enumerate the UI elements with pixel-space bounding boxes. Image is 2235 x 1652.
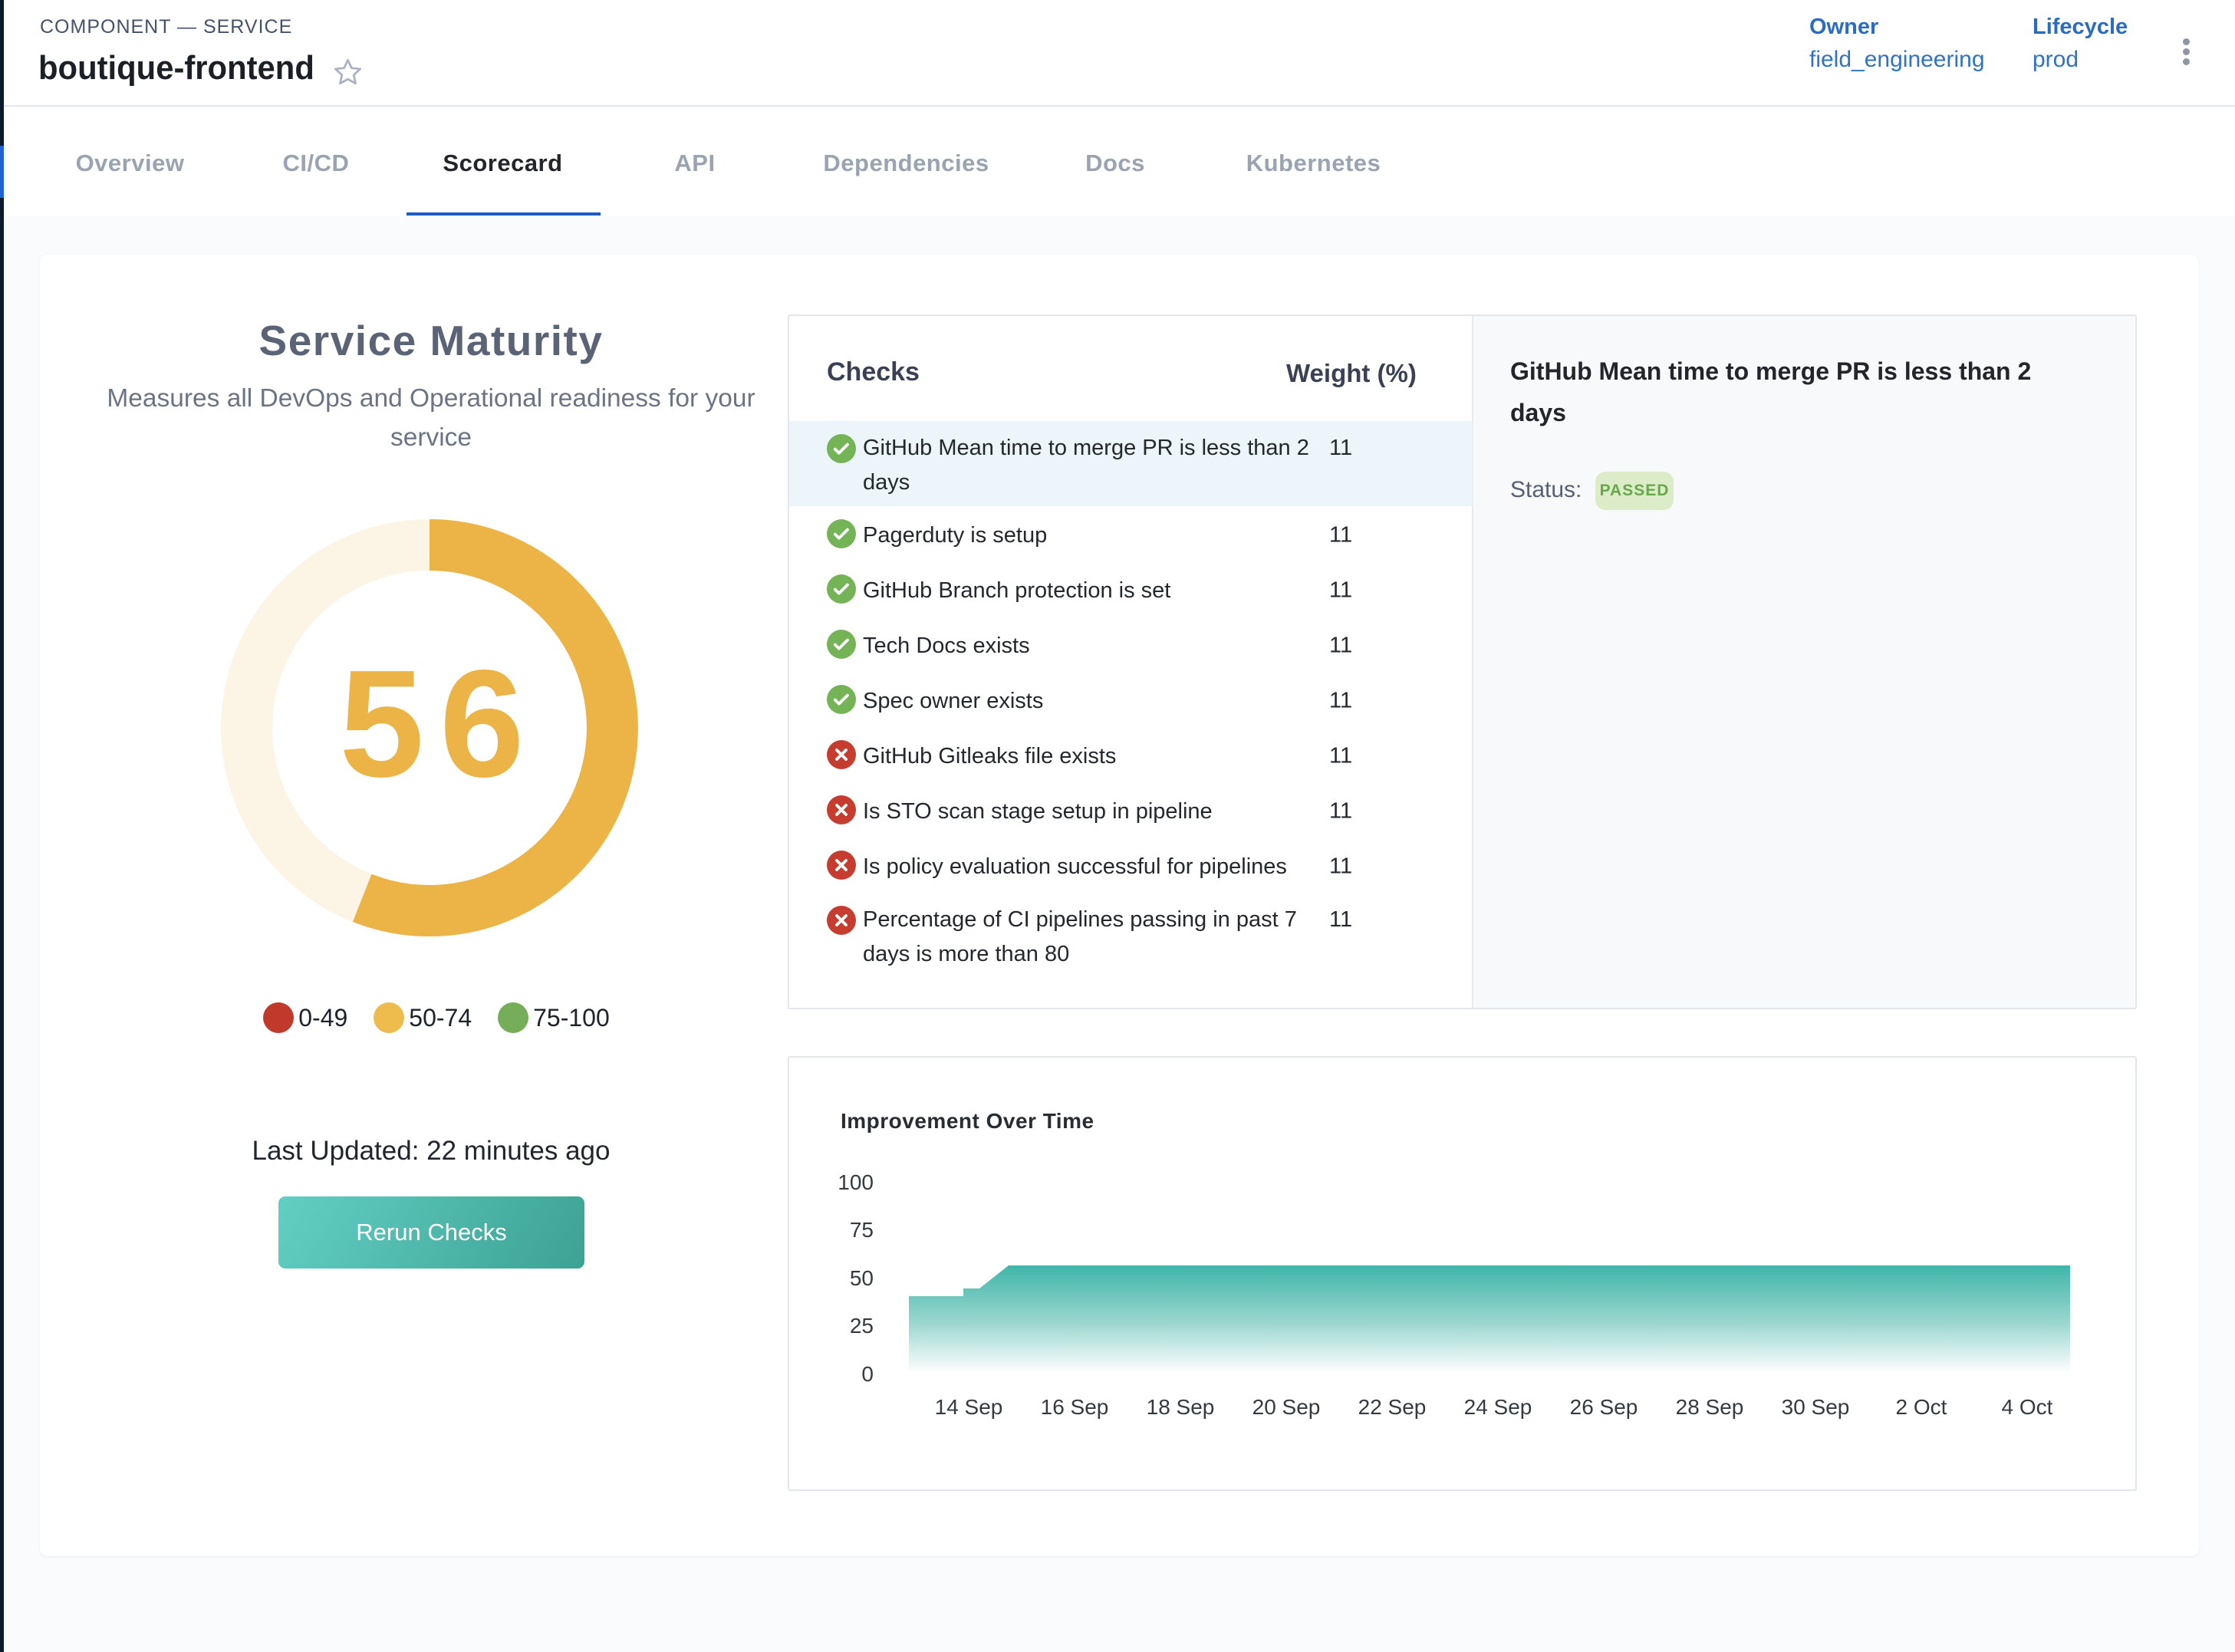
- svg-text:26 Sep: 26 Sep: [1570, 1395, 1638, 1419]
- svg-text:100: 100: [838, 1170, 874, 1194]
- svg-text:20 Sep: 20 Sep: [1252, 1395, 1321, 1419]
- svg-text:30 Sep: 30 Sep: [1782, 1395, 1850, 1419]
- svg-text:2 Oct: 2 Oct: [1896, 1395, 1947, 1419]
- svg-text:4 Oct: 4 Oct: [2002, 1395, 2053, 1419]
- svg-text:18 Sep: 18 Sep: [1147, 1395, 1215, 1419]
- svg-text:22 Sep: 22 Sep: [1358, 1395, 1427, 1419]
- svg-text:75: 75: [850, 1218, 874, 1242]
- svg-text:25: 25: [850, 1314, 874, 1338]
- svg-text:0: 0: [861, 1362, 874, 1386]
- svg-text:50: 50: [850, 1266, 874, 1290]
- svg-text:28 Sep: 28 Sep: [1676, 1395, 1744, 1419]
- svg-text:16 Sep: 16 Sep: [1041, 1395, 1109, 1419]
- svg-text:24 Sep: 24 Sep: [1464, 1395, 1532, 1419]
- svg-text:14 Sep: 14 Sep: [935, 1395, 1003, 1419]
